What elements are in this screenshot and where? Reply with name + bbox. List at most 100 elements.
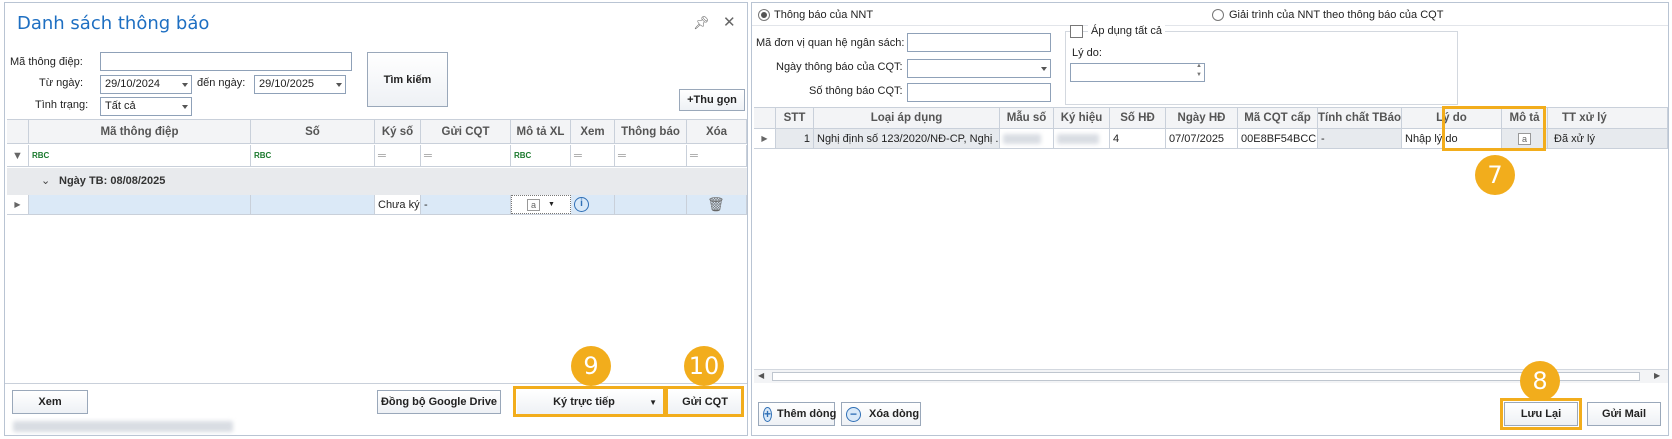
row-indicator: ▶ bbox=[7, 195, 29, 214]
left-grid-header: Mã thông điệp Số Ký số Gửi CQT Mô tả XL … bbox=[7, 119, 747, 144]
col-ngay-hd[interactable]: Ngày HĐ bbox=[1166, 108, 1238, 128]
ngay-tb-select[interactable] bbox=[907, 59, 1051, 78]
ly-do-spin-input[interactable]: ▲ ▼ bbox=[1070, 63, 1205, 82]
col-loai-ap-dung[interactable]: Loại áp dụng bbox=[814, 108, 1000, 128]
col-mo-ta-xl[interactable]: Mô tả XL bbox=[511, 120, 571, 143]
table-row[interactable]: ▶ Chưa ký - a ▼ i 🗑︎ bbox=[7, 195, 747, 215]
minus-icon: − bbox=[846, 406, 861, 422]
scrollbar-thumb[interactable] bbox=[772, 372, 1640, 381]
window-title: Danh sách thông báo bbox=[17, 13, 210, 34]
cell-xem[interactable]: i bbox=[571, 195, 615, 214]
chevron-down-icon[interactable]: ▼ bbox=[548, 201, 555, 208]
send-cqt-highlight bbox=[665, 386, 744, 417]
blurred-value bbox=[1003, 133, 1041, 144]
tu-ngay-label: Từ ngày: bbox=[39, 77, 84, 89]
tinh-trang-select[interactable]: Tất cả bbox=[100, 97, 192, 116]
den-ngay-label: đến ngày: bbox=[197, 77, 246, 89]
search-button[interactable]: Tìm kiếm bbox=[367, 52, 448, 107]
chevron-down-icon[interactable] bbox=[182, 105, 188, 109]
memo-icon[interactable]: a bbox=[527, 198, 541, 211]
filter-so[interactable]: RBC bbox=[251, 145, 375, 166]
den-ngay-input[interactable]: 29/10/2025 bbox=[254, 75, 346, 94]
filter-mo-ta-xl[interactable]: RBC bbox=[511, 145, 571, 166]
trash-icon[interactable]: 🗑︎ bbox=[707, 196, 725, 213]
cell-mo-ta-xl[interactable]: a ▼ bbox=[511, 195, 571, 214]
group-label: Ngày TB: 08/08/2025 bbox=[59, 175, 166, 187]
apply-all-checkbox[interactable] bbox=[1070, 25, 1083, 38]
chevron-down-icon[interactable] bbox=[182, 83, 188, 87]
col-xoa[interactable]: Xóa bbox=[687, 120, 747, 143]
col-gui-cqt[interactable]: Gửi CQT bbox=[421, 120, 511, 143]
radio-thong-bao-nnt-label: Thông báo của NNT bbox=[774, 9, 874, 21]
google-drive-sync-button[interactable]: Đồng bộ Google Drive bbox=[377, 390, 501, 414]
pin-icon[interactable]: 📌︎ bbox=[693, 15, 710, 31]
filter-xem[interactable]: ═ bbox=[571, 145, 615, 166]
detail-window: Thông báo của NNT Giải trình của NNT the… bbox=[751, 2, 1669, 436]
filter-gui-cqt[interactable]: ═ bbox=[421, 145, 511, 166]
close-icon[interactable]: ✕ bbox=[723, 13, 736, 31]
col-ma-cqt-cap[interactable]: Mã CQT cấp bbox=[1238, 108, 1318, 128]
den-ngay-value: 29/10/2025 bbox=[259, 78, 315, 90]
cell-ma-thong-diep[interactable] bbox=[29, 195, 251, 214]
cell-xoa[interactable]: 🗑︎ bbox=[687, 195, 747, 214]
chevron-down-icon[interactable] bbox=[1041, 67, 1047, 71]
plus-icon: + bbox=[763, 406, 773, 422]
col-so[interactable]: Số bbox=[251, 120, 375, 143]
spin-down-icon[interactable]: ▼ bbox=[1196, 72, 1202, 78]
cell-stt: 1 bbox=[776, 129, 814, 148]
delete-row-button[interactable]: − Xóa dòng bbox=[841, 402, 921, 426]
chevron-down-icon[interactable]: ⌄ bbox=[41, 174, 50, 187]
ly-do-label: Lý do: bbox=[1072, 47, 1102, 59]
radio-giai-trinh[interactable] bbox=[1212, 9, 1224, 21]
scroll-right-icon[interactable]: ▶ bbox=[1654, 371, 1660, 380]
notification-list-window: Danh sách thông báo 📌︎ ✕ Mã thông điệp: … bbox=[4, 2, 748, 436]
col-spacer bbox=[7, 120, 29, 143]
col-stt[interactable]: STT bbox=[776, 108, 814, 128]
cell-thong-bao[interactable] bbox=[615, 195, 687, 214]
spin-up-icon[interactable]: ▲ bbox=[1196, 64, 1202, 69]
step-badge-10: 10 bbox=[684, 346, 724, 386]
radio-thong-bao-nnt[interactable] bbox=[758, 9, 770, 21]
chevron-down-icon[interactable] bbox=[336, 83, 342, 87]
cell-loai-ap-dung: Nghị định số 123/2020/NĐ-CP, Nghị ... bbox=[814, 129, 1000, 148]
add-row-button[interactable]: + Thêm dòng bbox=[758, 402, 836, 426]
col-tt-xu-ly[interactable]: TT xử lý bbox=[1548, 108, 1668, 128]
col-xem[interactable]: Xem bbox=[571, 120, 615, 143]
col-ky-hieu[interactable]: Ký hiệu bbox=[1054, 108, 1110, 128]
filter-icon[interactable]: ▼ bbox=[7, 145, 29, 166]
col-ma-thong-diep[interactable]: Mã thông điệp bbox=[29, 120, 251, 143]
tinh-trang-label: Tình trạng: bbox=[35, 99, 89, 111]
filter-xoa[interactable]: ═ bbox=[687, 145, 747, 166]
info-icon[interactable]: i bbox=[574, 197, 589, 212]
col-so-hd[interactable]: Số HĐ bbox=[1110, 108, 1166, 128]
send-mail-button[interactable]: Gửi Mail bbox=[1587, 402, 1661, 426]
cell-tinh-chat: - bbox=[1318, 129, 1402, 148]
cell-tt-xu-ly: Đã xử lý bbox=[1548, 129, 1668, 148]
col-thong-bao[interactable]: Thông báo bbox=[615, 120, 687, 143]
scroll-left-icon[interactable]: ◀ bbox=[758, 371, 764, 380]
cell-ky-hieu bbox=[1054, 129, 1110, 148]
filter-ma-thong-diep[interactable]: RBC bbox=[29, 145, 251, 166]
col-ky-so[interactable]: Ký số bbox=[375, 120, 421, 143]
cell-so[interactable] bbox=[251, 195, 375, 214]
tu-ngay-input[interactable]: 29/10/2024 bbox=[100, 75, 192, 94]
filter-ky-so[interactable]: ═ bbox=[375, 145, 421, 166]
ma-thong-diep-input[interactable] bbox=[100, 52, 352, 71]
ma-don-vi-input[interactable] bbox=[907, 33, 1051, 52]
collapse-button[interactable]: +Thu gọn bbox=[679, 89, 745, 111]
col-tinh-chat[interactable]: Tính chất TBáo bbox=[1318, 108, 1402, 128]
so-tb-input[interactable] bbox=[907, 83, 1051, 102]
filter-thong-bao[interactable]: ═ bbox=[615, 145, 687, 166]
delete-row-label: Xóa dòng bbox=[869, 408, 920, 420]
tinh-trang-value: Tất cả bbox=[105, 100, 136, 112]
radio-giai-trinh-label: Giải trình của NNT theo thông báo của CQ… bbox=[1229, 9, 1444, 21]
cell-ky-so: Chưa ký bbox=[375, 195, 421, 214]
cell-mau-so bbox=[1000, 129, 1054, 148]
view-button[interactable]: Xem bbox=[12, 390, 88, 414]
ma-thong-diep-label: Mã thông điệp: bbox=[10, 56, 83, 68]
group-row[interactable]: ⌄ Ngày TB: 08/08/2025 bbox=[7, 168, 747, 195]
col-mau-so[interactable]: Mẫu số bbox=[1000, 108, 1054, 128]
save-highlight bbox=[1500, 398, 1582, 430]
row-indicator: ▶ bbox=[754, 129, 776, 148]
cell-ngay-hd: 07/07/2025 bbox=[1166, 129, 1238, 148]
